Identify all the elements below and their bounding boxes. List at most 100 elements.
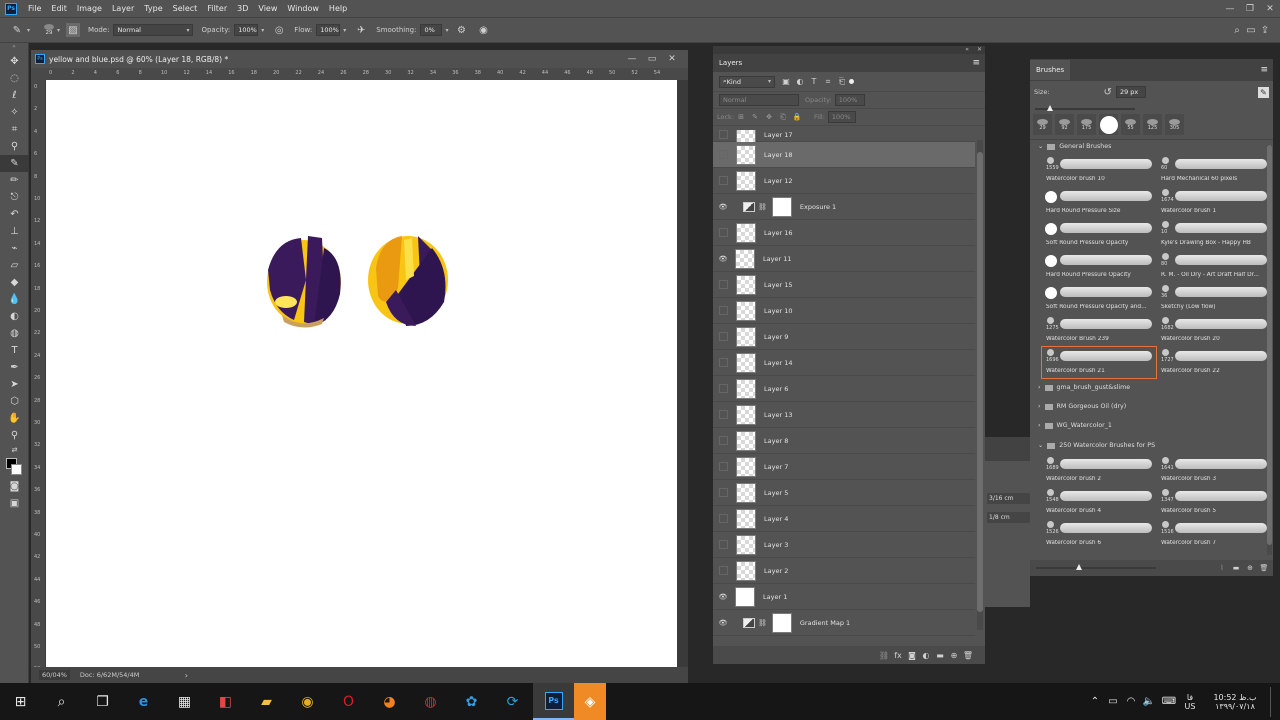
layer-thumbnail[interactable] — [736, 404, 756, 425]
layer-thumbnail[interactable] — [736, 430, 756, 451]
share-icon[interactable]: ⇪ — [1258, 23, 1272, 37]
stamp-tool-icon[interactable]: ⊥ — [0, 223, 29, 240]
panel-menu-icon[interactable]: ≡ — [972, 58, 980, 68]
mixer-brush-tool-icon[interactable]: ⌁ — [0, 240, 29, 257]
visibility-toggle[interactable] — [719, 358, 728, 367]
link-icon[interactable]: ⛓ — [758, 619, 767, 627]
app-icon[interactable]: ◍ — [410, 683, 451, 720]
visibility-toggle[interactable] — [719, 280, 728, 289]
clone-stamp-tool-icon[interactable]: ⎋ — [0, 189, 29, 206]
filter-shape-icon[interactable]: ⌗ — [821, 75, 835, 89]
brush-tool-icon[interactable]: ✎ — [0, 155, 29, 172]
brush-preset-picker[interactable]: 29 — [44, 24, 55, 36]
visibility-toggle[interactable] — [719, 228, 728, 237]
preview-size-slider[interactable] — [1036, 564, 1156, 570]
minimize-icon[interactable]: — — [1220, 4, 1240, 14]
brush-tool-icon[interactable]: ✎ — [10, 23, 24, 37]
layer-name[interactable]: Layer 2 — [764, 567, 788, 575]
blur-tool-icon[interactable]: 💧 — [0, 291, 29, 308]
menu-file[interactable]: File — [23, 4, 46, 13]
delete-layer-icon[interactable]: 🗑 — [961, 648, 975, 662]
layer-name[interactable]: Exposure 1 — [800, 203, 836, 211]
layer-name[interactable]: Layer 12 — [764, 177, 792, 185]
new-layer-icon[interactable]: ⊕ — [947, 648, 961, 662]
eye-icon[interactable]: 👁 — [713, 593, 733, 601]
new-adjustment-icon[interactable]: ◐ — [919, 648, 933, 662]
link-icon[interactable]: ⛓ — [758, 203, 767, 211]
flow-dropdown-icon[interactable]: ▾ — [343, 27, 346, 34]
search-icon[interactable]: ⌕ — [41, 683, 82, 720]
menu-view[interactable]: View — [253, 4, 282, 13]
blend-mode-select[interactable]: Normal — [719, 94, 799, 106]
close-panel-icon[interactable]: ✕ — [977, 46, 982, 54]
layer-name[interactable]: Layer 1 — [763, 593, 787, 601]
smoothing-input[interactable]: 0% — [420, 24, 443, 36]
brush-preset[interactable]: 10 Kyle's Drawing Box - Happy HB — [1157, 219, 1267, 250]
filter-pixel-icon[interactable]: ▣ — [779, 75, 793, 89]
size-slider[interactable] — [1035, 105, 1135, 111]
quick-mask-icon[interactable]: ◙ — [0, 478, 29, 495]
layer-row[interactable]: Layer 7 — [713, 454, 975, 480]
background-color-swatch[interactable] — [11, 464, 22, 475]
layer-name[interactable]: Layer 7 — [764, 463, 788, 471]
fx-icon[interactable]: fx — [891, 648, 905, 662]
layer-name[interactable]: Layer 4 — [764, 515, 788, 523]
layer-name[interactable]: Layer 8 — [764, 437, 788, 445]
reset-size-icon[interactable]: ↺ — [1104, 87, 1112, 98]
layer-thumbnail[interactable] — [735, 248, 755, 269]
recent-brush[interactable]: 305 — [1165, 114, 1184, 135]
toggle-preview-icon[interactable]: ⌇ — [1215, 561, 1229, 575]
status-menu-arrow-icon[interactable]: › — [185, 671, 188, 680]
type-tool-icon[interactable]: T — [0, 342, 29, 359]
visibility-toggle[interactable] — [719, 332, 728, 341]
brush-preset[interactable]: 1674 Watercolor brush 1 — [1157, 187, 1267, 218]
doc-restore-icon[interactable]: ▭ — [642, 54, 662, 64]
brush-preset[interactable]: Soft Round Pressure Opacity and... — [1042, 283, 1156, 314]
menu-help[interactable]: Help — [324, 4, 352, 13]
new-brush-icon[interactable]: ✎ — [1258, 86, 1269, 98]
layer-thumbnail[interactable] — [736, 326, 756, 347]
group-rm-oil[interactable]: › RM Gorgeous Oil (dry) — [1038, 403, 1126, 410]
recent-brush[interactable]: 175 — [1077, 114, 1096, 135]
eyedropper-tool-icon[interactable]: ⚲ — [0, 138, 29, 155]
filter-toggle-icon[interactable] — [849, 79, 854, 84]
visibility-toggle[interactable] — [719, 540, 728, 549]
menu-filter[interactable]: Filter — [202, 4, 232, 13]
recent-brush[interactable]: 92 — [1055, 114, 1074, 135]
shape-tool-icon[interactable]: ⬡ — [0, 393, 29, 410]
add-mask-icon[interactable]: ◙ — [905, 648, 919, 662]
task-view-icon[interactable]: ❐ — [82, 683, 123, 720]
recent-brush[interactable]: 125 — [1143, 114, 1162, 135]
link-layers-icon[interactable]: ⛓ — [877, 648, 891, 662]
battery-icon[interactable]: ▭ — [1104, 696, 1122, 707]
visibility-toggle[interactable] — [719, 384, 728, 393]
calculator-icon[interactable]: ▦ — [164, 683, 205, 720]
pencil-tool-icon[interactable]: ✏ — [0, 172, 29, 189]
recent-brush[interactable]: 55 — [1121, 114, 1140, 135]
layer-mask-thumbnail[interactable] — [771, 612, 792, 633]
filter-type-icon[interactable]: T — [807, 75, 821, 89]
visibility-toggle[interactable] — [719, 436, 728, 445]
app-icon[interactable]: ✿ — [451, 683, 492, 720]
menu-image[interactable]: Image — [72, 4, 107, 13]
pressure-size-icon[interactable]: ◉ — [476, 23, 490, 37]
tray-chevron-icon[interactable]: ⌃ — [1086, 696, 1104, 707]
menu-select[interactable]: Select — [168, 4, 203, 13]
layer-row[interactable]: Layer 9 — [713, 324, 975, 350]
zoom-readout[interactable]: 60/04% — [39, 670, 70, 680]
brush-preset[interactable]: 60 Hard Mechanical 60 pixels — [1157, 155, 1267, 186]
visibility-toggle[interactable] — [719, 150, 728, 159]
restore-icon[interactable]: ❐ — [1240, 4, 1260, 14]
layer-name[interactable]: Layer 17 — [764, 131, 792, 139]
edge-icon[interactable]: e — [123, 683, 164, 720]
brush-preset[interactable]: 1548 Watercolor brush 4 — [1042, 487, 1156, 518]
eye-icon[interactable]: 👁 — [713, 619, 733, 627]
layer-row[interactable]: Layer 8 — [713, 428, 975, 454]
close-icon[interactable]: ✕ — [1260, 4, 1280, 14]
visibility-toggle[interactable] — [719, 410, 728, 419]
new-group-icon[interactable]: ▬ — [933, 648, 947, 662]
brush-preset[interactable]: 1727 Watercolor brush 22 — [1157, 347, 1267, 378]
lock-position-icon[interactable]: ✥ — [762, 110, 776, 124]
brush-preset[interactable]: 1641 Watercolor brush 3 — [1157, 455, 1267, 486]
brush-preset[interactable]: Hard Round Pressure Size — [1042, 187, 1156, 218]
